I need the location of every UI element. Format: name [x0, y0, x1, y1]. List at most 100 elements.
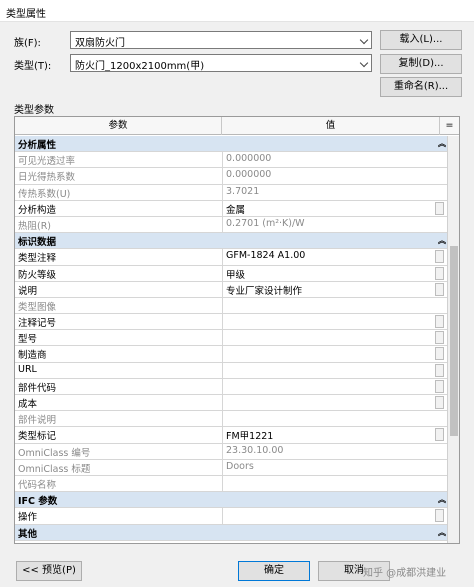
param-name: 传热系数(U): [18, 188, 71, 200]
collapse-icon[interactable]: ︽: [438, 527, 446, 538]
param-value: [222, 411, 447, 427]
group-header-row[interactable]: 其他 ︽: [15, 524, 447, 541]
formula-button[interactable]: [435, 347, 444, 361]
type-select[interactable]: 防火门_1200x2100mm(甲): [70, 54, 372, 72]
param-value[interactable]: 专业厂家设计制作: [222, 281, 447, 297]
param-value[interactable]: 甲级: [222, 265, 447, 281]
param-value[interactable]: [222, 346, 447, 362]
property-row[interactable]: 操作: [15, 508, 447, 525]
param-name: OmniClass 标题: [18, 463, 91, 475]
param-value[interactable]: GFM-1824 A1.00: [222, 249, 447, 265]
formula-button[interactable]: [435, 379, 444, 393]
param-value[interactable]: FM甲1221: [222, 427, 447, 443]
family-value: 双扇防火门: [75, 38, 125, 49]
duplicate-button[interactable]: 复制(D)...: [380, 54, 462, 74]
formula-button[interactable]: [435, 331, 444, 345]
group-name: 标识数据: [18, 237, 57, 249]
param-value[interactable]: [222, 395, 447, 411]
property-row[interactable]: 防火等级 甲级: [15, 265, 447, 282]
param-value: 0.000000: [222, 168, 447, 184]
preview-button[interactable]: << 预览(P): [16, 561, 82, 581]
formula-button[interactable]: [435, 250, 444, 264]
group-header-row[interactable]: 标识数据 ︽: [15, 233, 447, 250]
property-row[interactable]: 热阻(R) 0.2701 (m²·K)/W: [15, 216, 447, 234]
param-name: 类型标记: [18, 431, 57, 443]
param-column-header[interactable]: 参数: [15, 117, 222, 135]
param-name: 类型图像: [18, 301, 57, 313]
param-name: 制造商: [18, 350, 47, 362]
property-row[interactable]: 制造商: [15, 346, 447, 363]
param-name: 部件说明: [18, 415, 57, 427]
watermark: 知乎 @成都洪建业: [363, 568, 447, 579]
property-row[interactable]: 注释记号: [15, 314, 447, 331]
param-value: 3.7021: [222, 184, 447, 200]
param-name: 分析构造: [18, 204, 57, 216]
group-header-row[interactable]: IFC 参数 ︽: [15, 492, 447, 509]
param-name: 说明: [18, 285, 38, 297]
property-row[interactable]: 传热系数(U) 3.7021: [15, 184, 447, 201]
property-row[interactable]: 类型注释 GFM-1824 A1.00: [15, 249, 447, 266]
window-title: 类型属性: [6, 9, 46, 20]
property-row[interactable]: OmniClass 标题 Doors: [15, 459, 447, 476]
param-value[interactable]: [222, 330, 447, 346]
param-name: 类型注释: [18, 253, 57, 265]
group-name: 其他: [18, 528, 38, 540]
family-select[interactable]: 双扇防火门: [70, 31, 372, 49]
property-row[interactable]: 类型标记 FM甲1221: [15, 427, 447, 444]
property-row[interactable]: 部件说明: [15, 411, 447, 428]
formula-button[interactable]: [435, 266, 444, 280]
property-row[interactable]: 部件代码: [15, 378, 447, 395]
param-name: 操作: [18, 512, 38, 524]
formula-button[interactable]: [435, 428, 444, 442]
property-row[interactable]: 代码名称: [15, 475, 447, 493]
property-row[interactable]: 日光得热系数 0.000000: [15, 168, 447, 185]
param-value[interactable]: [222, 508, 447, 524]
collapse-icon[interactable]: ︽: [438, 235, 446, 246]
param-value: [222, 297, 447, 314]
title-bar: 类型属性: [0, 0, 474, 22]
group-header-row[interactable]: 分析属性 ︽: [15, 136, 447, 153]
param-name: 防火等级: [18, 269, 57, 281]
rename-button[interactable]: 重命名(R)...: [380, 77, 462, 97]
formula-button[interactable]: [435, 282, 444, 296]
param-name: 代码名称: [18, 479, 57, 491]
type-label: 类型(T):: [14, 61, 52, 72]
param-name: 注释记号: [18, 318, 57, 330]
param-name: OmniClass 编号: [18, 447, 91, 459]
param-name: 部件代码: [18, 382, 57, 394]
grid-header: 参数 值 =: [15, 117, 459, 135]
param-name: 型号: [18, 334, 38, 346]
property-row[interactable]: 类型图像: [15, 297, 447, 315]
formula-button[interactable]: [435, 396, 444, 409]
family-label: 族(F):: [14, 38, 41, 49]
formula-button[interactable]: [435, 201, 444, 215]
collapse-icon[interactable]: ︽: [438, 138, 446, 149]
chevron-down-icon: [359, 35, 369, 45]
property-row[interactable]: 型号: [15, 330, 447, 347]
ok-button[interactable]: 确定: [238, 561, 310, 581]
param-value[interactable]: 金属: [222, 200, 447, 216]
type-value: 防火门_1200x2100mm(甲): [75, 61, 205, 72]
value-column-header[interactable]: 值: [222, 117, 440, 135]
property-row[interactable]: 说明 专业厂家设计制作: [15, 281, 447, 298]
collapse-icon[interactable]: ︽: [438, 494, 446, 505]
property-row[interactable]: 成本: [15, 395, 447, 412]
param-value[interactable]: [222, 362, 447, 378]
property-row[interactable]: 分析构造 金属: [15, 200, 447, 217]
property-row[interactable]: 可见光透过率 0.000000: [15, 152, 447, 169]
param-value: [222, 475, 447, 492]
property-row[interactable]: OmniClass 编号 23.30.10.00: [15, 443, 447, 460]
formula-column-header[interactable]: =: [440, 117, 459, 135]
formula-button[interactable]: [435, 363, 444, 377]
param-value[interactable]: [222, 378, 447, 394]
scrollbar-thumb[interactable]: [450, 246, 458, 436]
param-name: 可见光透过率: [18, 156, 76, 168]
vertical-scrollbar[interactable]: [447, 136, 459, 543]
property-row[interactable]: URL: [15, 362, 447, 379]
load-button[interactable]: 载入(L)...: [380, 30, 462, 50]
type-params-label: 类型参数: [14, 105, 54, 116]
formula-button[interactable]: [435, 509, 444, 523]
formula-button[interactable]: [435, 315, 444, 329]
chevron-down-icon: [359, 58, 369, 68]
param-value[interactable]: [222, 314, 447, 330]
